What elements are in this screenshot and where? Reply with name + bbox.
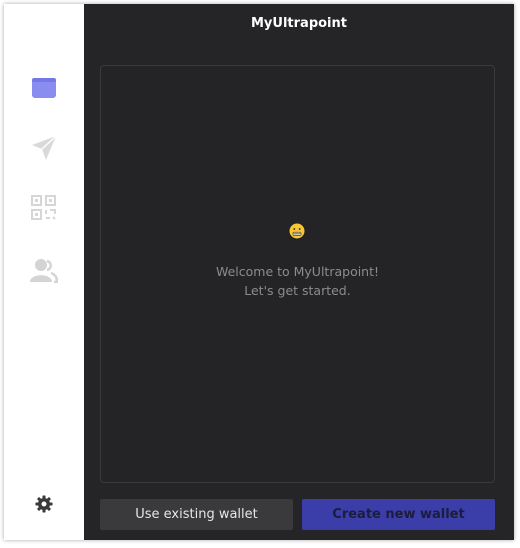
wallet-icon: [32, 78, 56, 98]
sidebar-item-qr[interactable]: [28, 192, 60, 224]
sidebar-item-wallet[interactable]: [28, 72, 60, 104]
settings-button[interactable]: [34, 494, 54, 514]
get-started-line: Let's get started.: [244, 283, 351, 298]
send-icon: [32, 135, 57, 160]
welcome-panel: Welcome to MyUltrapoint! Let's get start…: [100, 65, 495, 483]
use-existing-wallet-button[interactable]: Use existing wallet: [100, 499, 293, 530]
create-new-wallet-button[interactable]: Create new wallet: [302, 499, 495, 530]
qr-code-icon: [31, 195, 56, 220]
sidebar-item-send[interactable]: [28, 132, 60, 164]
sidebar-item-contacts[interactable]: [28, 254, 60, 286]
grimacing-face-emoji: [289, 223, 305, 239]
welcome-text: Welcome to MyUltrapoint! Let's get start…: [101, 262, 494, 300]
contacts-icon: [30, 259, 58, 283]
window-title: MyUltrapoint: [251, 16, 347, 31]
welcome-line: Welcome to MyUltrapoint!: [215, 264, 380, 279]
sidebar: [4, 4, 84, 540]
app-window: MyUltrapoint Welcome to MyUltrapoint! Le…: [4, 4, 514, 540]
gear-icon: [35, 495, 53, 513]
